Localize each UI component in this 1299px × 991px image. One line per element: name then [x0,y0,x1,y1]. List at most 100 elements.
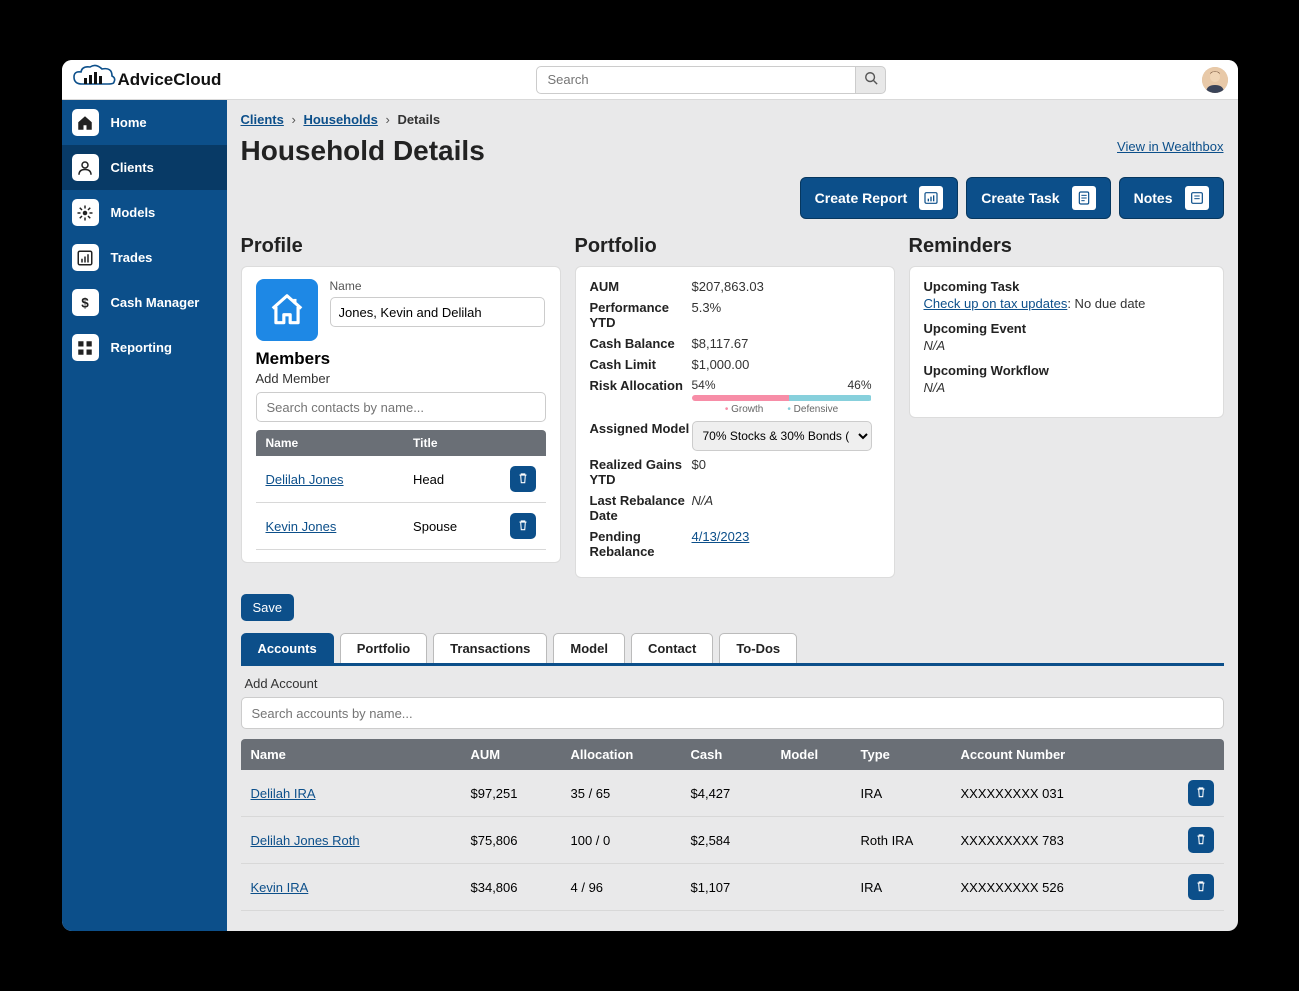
event-value: N/A [924,338,946,353]
create-report-button[interactable]: Create Report [800,177,959,219]
delete-member-button[interactable] [510,513,536,539]
sidebar-item-trades[interactable]: Trades [62,235,227,280]
breadcrumb: Clients › Households › Details [241,112,1224,127]
accounts-table: Name AUM Allocation Cash Model Type Acco… [241,739,1224,911]
tab-accounts[interactable]: Accounts [241,633,334,663]
breadcrumb-households[interactable]: Households [303,112,377,127]
logo-icon [72,64,116,95]
name-label: Name [330,279,546,293]
risk-bar [692,395,872,401]
aum-value: $207,863.03 [692,279,880,294]
tab-transactions[interactable]: Transactions [433,633,547,663]
delete-account-button[interactable] [1188,780,1214,806]
col-title: Title [403,430,499,456]
reminders-title: Reminders [909,235,1224,258]
realized-value: $0 [692,457,880,487]
view-in-wealthbox-link[interactable]: View in Wealthbox [1117,139,1223,154]
member-link[interactable]: Kevin Jones [266,519,337,534]
chevron-right-icon: › [385,112,389,127]
cashlim-label: Cash Limit [590,357,692,372]
create-task-button[interactable]: Create Task [966,177,1110,219]
sidebar-label: Cash Manager [111,295,200,310]
trash-icon [1194,832,1208,849]
house-icon [256,279,318,341]
sidebar-label: Clients [111,160,154,175]
account-cash: $4,427 [681,770,771,817]
account-model [771,864,851,911]
tab-contact[interactable]: Contact [631,633,713,663]
account-link[interactable]: Delilah Jones Roth [251,833,360,848]
delete-account-button[interactable] [1188,827,1214,853]
cashbal-value: $8,117.67 [692,336,880,351]
svg-text:$: $ [81,295,89,310]
portfolio-title: Portfolio [575,235,895,258]
page-title: Household Details [241,135,485,167]
account-alloc: 35 / 65 [561,770,681,817]
event-label: Upcoming Event [924,321,1209,336]
chart-icon [72,244,99,271]
household-name-input[interactable] [330,297,545,327]
trash-icon [1194,785,1208,802]
trash-icon [516,518,530,535]
search-button[interactable] [856,66,886,94]
task-link[interactable]: Check up on tax updates [924,296,1068,311]
risk-def-pct: 46% [847,378,871,392]
brand-text: AdviceCloud [118,70,222,90]
account-link[interactable]: Delilah IRA [251,786,316,801]
col-name: Name [256,430,404,456]
reminders-panel: Upcoming Task Check up on tax updates: N… [909,266,1224,418]
sidebar-label: Models [111,205,156,220]
account-cash: $1,107 [681,864,771,911]
model-select[interactable]: 70% Stocks & 30% Bonds (sm [692,421,872,451]
tab-portfolio[interactable]: Portfolio [340,633,427,663]
breadcrumb-current: Details [397,112,440,127]
avatar[interactable] [1202,67,1228,93]
risk-growth-pct: 54% [692,378,716,392]
dollar-icon: $ [72,289,99,316]
sidebar-item-clients[interactable]: Clients [62,145,227,190]
col-aum: AUM [461,739,561,770]
breadcrumb-clients[interactable]: Clients [241,112,284,127]
save-button[interactable]: Save [241,594,295,621]
sidebar: Home Clients Models Trades $ Cash Manage… [62,100,227,931]
search-input[interactable] [536,66,856,94]
sidebar-label: Trades [111,250,153,265]
pending-rebalance-link[interactable]: 4/13/2023 [692,529,750,544]
sidebar-item-home[interactable]: Home [62,100,227,145]
account-alloc: 100 / 0 [561,817,681,864]
trash-icon [516,471,530,488]
workflow-value: N/A [924,380,946,395]
member-title: Head [403,456,499,503]
tab-model[interactable]: Model [553,633,625,663]
member-title: Spouse [403,503,499,550]
sidebar-item-cash[interactable]: $ Cash Manager [62,280,227,325]
sidebar-item-reporting[interactable]: Reporting [62,325,227,370]
notes-button[interactable]: Notes [1119,177,1224,219]
col-type: Type [851,739,951,770]
account-alloc: 4 / 96 [561,864,681,911]
col-cash: Cash [681,739,771,770]
account-search-input[interactable] [241,697,1224,729]
account-number: XXXXXXXXX 526 [951,864,1178,911]
account-link[interactable]: Kevin IRA [251,880,309,895]
grid-icon [72,334,99,361]
delete-account-button[interactable] [1188,874,1214,900]
delete-member-button[interactable] [510,466,536,492]
col-acct: Account Number [951,739,1178,770]
model-label: Assigned Model [590,421,692,451]
pending-label: Pending Rebalance [590,529,692,559]
topbar: AdviceCloud [62,60,1238,100]
member-search-input[interactable] [256,392,546,422]
task-suffix: : No due date [1067,296,1145,311]
realized-label: Realized Gains YTD [590,457,692,487]
account-model [771,817,851,864]
perf-label: Performance YTD [590,300,692,330]
cashbal-label: Cash Balance [590,336,692,351]
button-label: Create Task [981,190,1059,206]
sidebar-item-models[interactable]: Models [62,190,227,235]
members-title: Members [256,349,546,369]
tab-todos[interactable]: To-Dos [719,633,797,663]
home-icon [72,109,99,136]
member-link[interactable]: Delilah Jones [266,472,344,487]
account-aum: $75,806 [461,817,561,864]
